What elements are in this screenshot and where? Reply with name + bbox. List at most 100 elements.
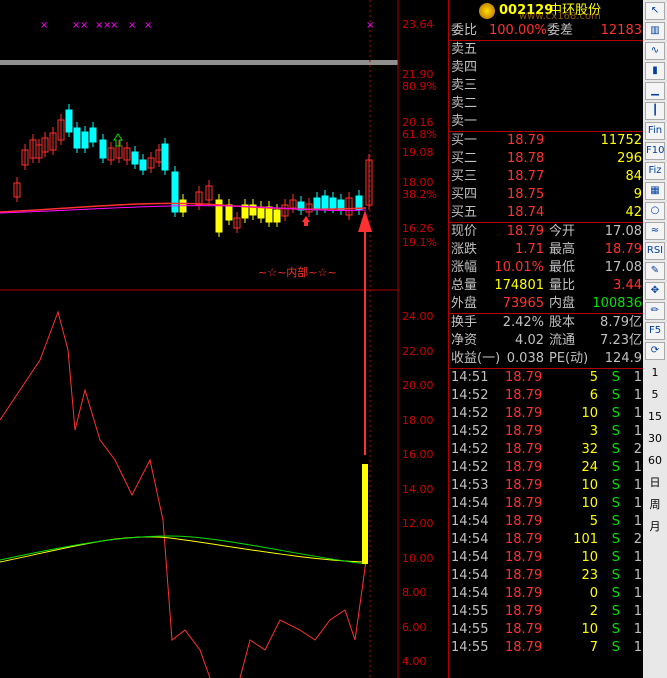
tick-price: 18.79: [505, 442, 543, 457]
tick-count: 2: [633, 532, 642, 547]
buy-label: 买一: [451, 133, 478, 148]
sell-label: 卖一: [451, 114, 478, 129]
sell-label: 卖二: [451, 96, 478, 111]
f5-icon[interactable]: F5: [645, 322, 665, 340]
indicator-line-yellow: [0, 536, 367, 563]
f10-icon[interactable]: F10: [645, 142, 665, 160]
tick-volume: 7: [589, 640, 598, 655]
tick-side: S: [611, 424, 620, 439]
tick-row[interactable]: 14:52 18.79 24 S 1: [449, 459, 644, 477]
pen-icon[interactable]: ✏: [645, 302, 665, 320]
tick-count: 1: [633, 514, 642, 529]
stat-row-value2: 18.79: [604, 242, 642, 257]
period-button[interactable]: 1: [643, 362, 667, 384]
extra-row-label2: 股本: [549, 315, 576, 330]
tick-volume: 5: [589, 514, 598, 529]
tick-row[interactable]: 14:54 18.79 0 S 1: [449, 585, 644, 603]
quote-panel: 002129 中环股份 www.cx168.com 委比 100.00% 委差 …: [448, 0, 644, 678]
period-button[interactable]: 日: [643, 472, 667, 494]
stock-logo-icon: [479, 3, 495, 19]
extra-stats-block: 换手 2.42% 股本 8.79亿 净资 4.02 流通 7.23亿 收益(一) 0.038 PE(…: [449, 313, 644, 368]
tick-row[interactable]: 14:52 18.79 10 S 1: [449, 405, 644, 423]
tick-side: S: [611, 640, 620, 655]
tick-time: 14:52: [451, 442, 489, 457]
fin-icon[interactable]: Fin: [645, 122, 665, 140]
tick-side: S: [611, 550, 620, 565]
upper-axis-label: 16.26: [402, 222, 434, 235]
kline-chart-svg[interactable]: × × × × ×× × × ×: [0, 0, 400, 678]
stock-header: 002129 中环股份 www.cx168.com: [449, 0, 644, 22]
fiz-icon[interactable]: Fiz: [645, 162, 665, 180]
tick-row[interactable]: 14:54 18.79 5 S 1: [449, 513, 644, 531]
buy-price: 18.78: [507, 151, 545, 166]
tick-volume: 10: [581, 478, 598, 493]
period-button[interactable]: 30: [643, 428, 667, 450]
period-button[interactable]: 15: [643, 406, 667, 428]
candle-icon[interactable]: ▮: [645, 62, 665, 80]
lower-axis-label: 16.00: [402, 448, 434, 461]
period-button[interactable]: 60: [643, 450, 667, 472]
buy-label: 买四: [451, 187, 478, 202]
tick-price: 18.79: [505, 586, 543, 601]
chart-icon[interactable]: ▥: [645, 22, 665, 40]
wave-icon[interactable]: ≈: [645, 222, 665, 240]
period-button[interactable]: 5: [643, 384, 667, 406]
stat-row-value: 10.01%: [494, 260, 544, 275]
tick-price: 18.79: [505, 424, 543, 439]
buy-orders: 买一 18.79 11752 买二 18.78 296 买三 18.77 84 买四 18.75 9 买…: [449, 131, 644, 222]
tick-side: S: [611, 442, 620, 457]
tick-price: 18.79: [505, 532, 543, 547]
move-icon[interactable]: ✥: [645, 282, 665, 300]
tick-row[interactable]: 14:51 18.79 5 S 1: [449, 369, 644, 387]
tick-row[interactable]: 14:53 18.79 10 S 1: [449, 477, 644, 495]
weicha-label: 委差: [547, 23, 574, 38]
indicator-line-red: [0, 310, 367, 678]
tick-row[interactable]: 14:55 18.79 2 S 1: [449, 603, 644, 621]
tick-row[interactable]: 14:52 18.79 32 S 2: [449, 441, 644, 459]
stat-row-value: 174801: [494, 278, 544, 293]
tick-row[interactable]: 14:54 18.79 10 S 1: [449, 495, 644, 513]
tick-side: S: [611, 514, 620, 529]
lower-axis-label: 8.00: [402, 586, 427, 599]
candle-body: [89, 127, 97, 143]
period-button[interactable]: 周: [643, 494, 667, 516]
lower-axis-label: 14.00: [402, 482, 434, 496]
candle-body: [161, 143, 169, 171]
tick-side: S: [611, 478, 620, 493]
rsi-icon[interactable]: RSI: [645, 242, 665, 260]
tick-list[interactable]: 14:51 18.79 5 S 1 14:52 18.79 6 S 1 14:52 18.79 10 S 1…: [449, 368, 644, 657]
tick-row[interactable]: 14:55 18.79 10 S 1: [449, 621, 644, 639]
inner-annotation: ~☆~内部~☆~: [258, 266, 337, 279]
tick-row[interactable]: 14:55 18.79 7 S 1: [449, 639, 644, 657]
grid-icon[interactable]: ▦: [645, 182, 665, 200]
tick-price: 18.79: [505, 604, 543, 619]
tick-row[interactable]: 14:54 18.79 10 S 1: [449, 549, 644, 567]
circle-icon[interactable]: ○: [645, 202, 665, 220]
tick-row[interactable]: 14:54 18.79 101 S 2: [449, 531, 644, 549]
sell-row: 卖三: [449, 77, 644, 95]
tick-time: 14:54: [451, 550, 489, 565]
tick-count: 1: [633, 604, 642, 619]
wrench-icon[interactable]: ✎: [645, 262, 665, 280]
tick-row[interactable]: 14:52 18.79 3 S 1: [449, 423, 644, 441]
buy-label: 买三: [451, 169, 478, 184]
kline-chart-area[interactable]: × × × × × × × × × ~☆~内部~☆~: [0, 0, 400, 678]
period-button[interactable]: 月: [643, 516, 667, 538]
tick-row[interactable]: 14:54 18.79 23 S 1: [449, 567, 644, 585]
volume-icon[interactable]: ▁: [645, 82, 665, 100]
buy-volume: 42: [625, 205, 642, 220]
extra-row: 换手 2.42% 股本 8.79亿: [449, 314, 644, 332]
extra-row-value2: 124.9: [604, 351, 642, 366]
refresh-icon[interactable]: ⟳: [645, 342, 665, 360]
top-marker: ×: [366, 20, 374, 31]
line-icon[interactable]: ∿: [645, 42, 665, 60]
stat-row-label: 涨幅: [451, 260, 478, 275]
tick-volume: 24: [581, 460, 598, 475]
kline-icon[interactable]: ┃: [645, 102, 665, 120]
tick-side: S: [611, 370, 620, 385]
tick-count: 1: [633, 550, 642, 565]
tick-row[interactable]: 14:52 18.79 6 S 1: [449, 387, 644, 405]
arrow-icon[interactable]: ↖: [645, 2, 665, 20]
candle-body: [81, 131, 89, 149]
stat-row-label: 涨跌: [451, 242, 478, 257]
